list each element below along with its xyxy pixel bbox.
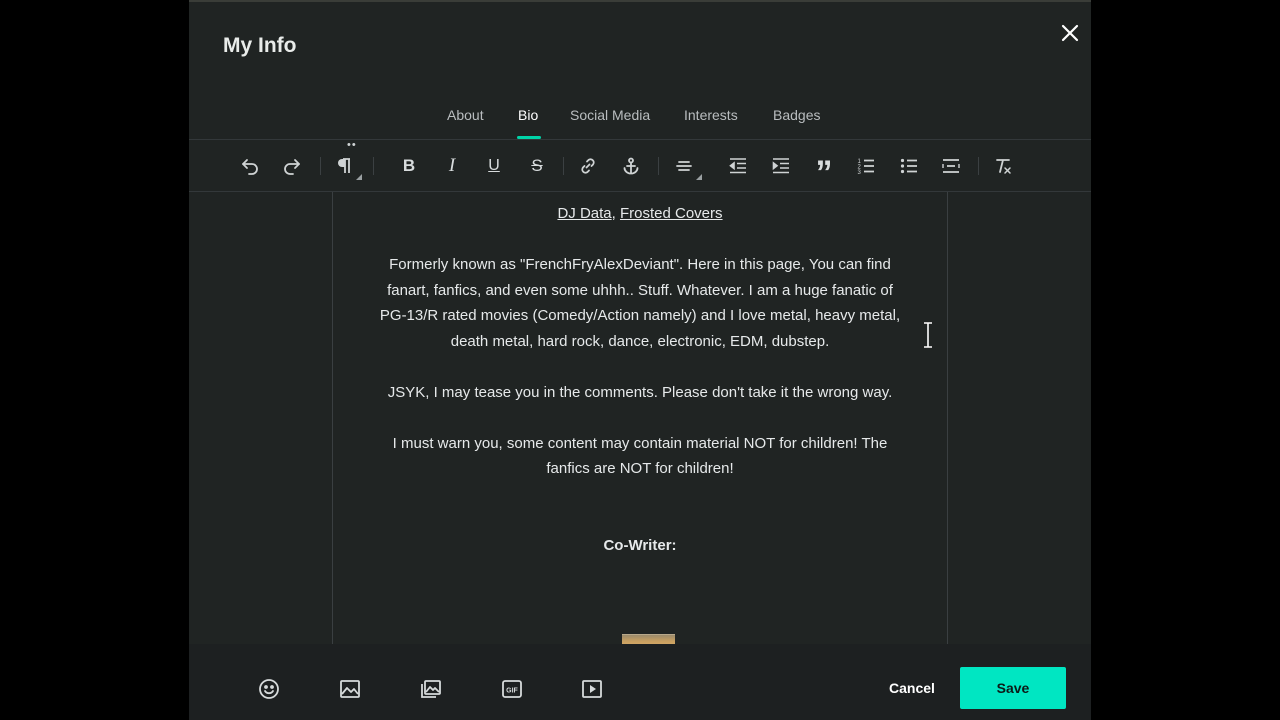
blockquote-icon: ” xyxy=(815,154,833,192)
insert-video-button[interactable] xyxy=(580,677,604,701)
align-center-button[interactable] xyxy=(937,152,965,180)
unordered-list-button[interactable] xyxy=(895,152,923,180)
toolbar-separator xyxy=(373,157,374,175)
gif-icon: GIF xyxy=(502,680,522,698)
toolbar-separator xyxy=(658,157,659,175)
italic-icon: I xyxy=(448,155,456,176)
insert-gif-button[interactable]: GIF xyxy=(500,677,524,701)
cowriter-heading: Co-Writer: xyxy=(603,536,677,554)
clear-format-icon xyxy=(996,159,1011,174)
my-info-modal: My Info About Bio Social Media Interests… xyxy=(189,0,1091,720)
anchor-button[interactable] xyxy=(617,152,645,180)
bio-paragraph-3: I must warn you, some content may contai… xyxy=(392,434,888,478)
anchor-icon xyxy=(623,157,639,175)
redo-icon xyxy=(284,159,300,175)
tab-badges[interactable]: Badges xyxy=(773,107,820,123)
tab-bio[interactable]: Bio xyxy=(518,107,538,123)
bold-button[interactable]: B xyxy=(395,152,423,180)
svg-text:3: 3 xyxy=(858,170,862,176)
tab-social-media[interactable]: Social Media xyxy=(570,107,650,123)
toolbar-separator xyxy=(320,157,321,175)
active-tab-indicator xyxy=(517,136,541,139)
bio-paragraph-1: Formerly known as "FrenchFryAlexDeviant"… xyxy=(379,256,901,350)
align-icon xyxy=(676,161,692,171)
align-button[interactable] xyxy=(670,152,702,180)
gif-label: GIF xyxy=(506,688,518,695)
clear-format-button[interactable] xyxy=(989,152,1017,180)
align-center-icon xyxy=(942,159,960,173)
undo-icon xyxy=(242,159,258,175)
bio-paragraph-2: JSYK, I may tease you in the comments. P… xyxy=(387,383,893,401)
frosted-covers-link[interactable]: Frosted Covers xyxy=(620,205,723,222)
emoji-icon xyxy=(259,679,279,699)
link-button[interactable] xyxy=(574,152,602,180)
modal-footer: GIF Cancel Save xyxy=(189,644,1091,720)
indent-icon xyxy=(772,158,789,174)
ordered-list-button[interactable]: 1 2 3 xyxy=(852,152,880,180)
bio-content[interactable]: DJ Data, Frosted Covers Formerly known a… xyxy=(333,192,947,558)
credits-separator: , xyxy=(611,205,616,222)
drag-handle-icon[interactable]: •• xyxy=(347,139,357,151)
dropdown-corner-icon xyxy=(356,174,362,180)
tab-interests[interactable]: Interests xyxy=(684,107,738,123)
redo-button[interactable] xyxy=(278,152,306,180)
paragraph-format-button[interactable] xyxy=(330,152,362,180)
cowriter-image[interactable] xyxy=(622,634,675,644)
text-cursor-icon xyxy=(924,322,932,348)
formatting-toolbar: •• B I U S ” 1 2 3 xyxy=(189,139,1091,192)
emoji-button[interactable] xyxy=(257,677,281,701)
italic-button[interactable]: I xyxy=(438,152,466,180)
insert-gallery-button[interactable] xyxy=(419,677,443,701)
save-button[interactable]: Save xyxy=(960,667,1066,709)
strikethrough-button[interactable]: S xyxy=(523,152,551,180)
link-icon xyxy=(581,158,595,174)
outdent-button[interactable] xyxy=(724,152,752,180)
outdent-icon xyxy=(729,158,746,174)
underline-icon: U xyxy=(488,157,500,174)
toolbar-separator xyxy=(978,157,979,175)
credits-line: DJ Data, Frosted Covers xyxy=(333,201,947,227)
tab-bar: About Bio Social Media Interests Badges xyxy=(189,0,1091,140)
undo-button[interactable] xyxy=(236,152,264,180)
strikethrough-icon: S xyxy=(531,156,543,175)
image-icon xyxy=(340,680,360,698)
gallery-icon xyxy=(421,680,441,698)
blockquote-button[interactable]: ” xyxy=(810,152,838,192)
bio-editor[interactable]: DJ Data, Frosted Covers Formerly known a… xyxy=(332,192,948,644)
insert-image-button[interactable] xyxy=(338,677,362,701)
indent-button[interactable] xyxy=(767,152,795,180)
tab-about[interactable]: About xyxy=(447,107,484,123)
bold-icon: B xyxy=(402,156,416,175)
video-icon xyxy=(582,680,602,698)
cancel-button[interactable]: Cancel xyxy=(872,680,952,696)
paragraph-icon xyxy=(338,158,350,173)
dropdown-corner-icon xyxy=(696,174,702,180)
underline-button[interactable]: U xyxy=(480,152,508,180)
toolbar-separator xyxy=(563,157,564,175)
dj-data-link[interactable]: DJ Data xyxy=(557,205,611,222)
ordered-list-icon: 1 2 3 xyxy=(858,159,874,176)
unordered-list-icon xyxy=(900,158,917,174)
